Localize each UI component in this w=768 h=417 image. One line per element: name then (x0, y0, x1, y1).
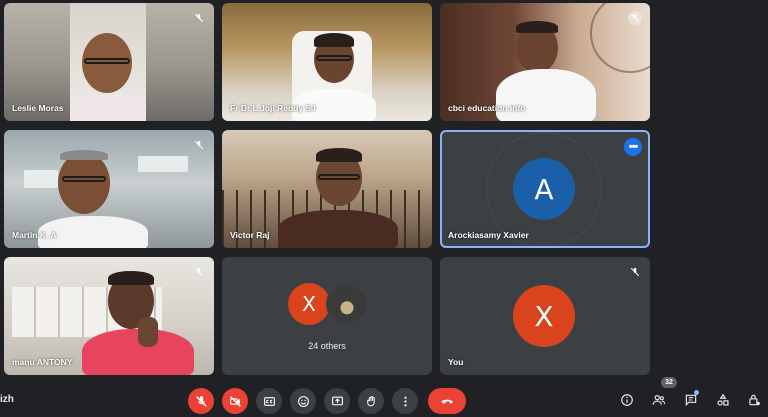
mic-off-icon (628, 11, 642, 25)
participant-name: manu ANTONY (12, 357, 73, 367)
participant-name: Fr Dr L Joji Reddy SJ (230, 103, 316, 113)
participant-tile[interactable]: A ••• Arockiasamy Xavier (440, 130, 650, 248)
self-tile[interactable]: X You (440, 257, 650, 375)
end-call-icon (441, 399, 453, 404)
participant-hand (138, 317, 158, 347)
participant-name: You (448, 357, 464, 367)
participant-hair (516, 21, 558, 33)
present-button[interactable] (324, 388, 350, 414)
participant-name: Arockiasamy Xavier (448, 230, 529, 240)
participant-hair (60, 150, 108, 160)
participant-tile[interactable]: Fr Dr L Joji Reddy SJ (222, 3, 432, 121)
present-icon (331, 396, 343, 405)
participant-tile[interactable]: Victor Raj (222, 130, 432, 248)
glasses (84, 58, 130, 64)
raise-hand-button[interactable] (358, 388, 384, 414)
chat-notification-dot (694, 390, 699, 395)
mic-off-icon (195, 395, 207, 407)
captions-icon (263, 396, 275, 406)
participant-name: Martin K. A (12, 230, 57, 240)
reactions-button[interactable] (290, 388, 316, 414)
emoji-icon (297, 395, 309, 407)
glasses (318, 174, 360, 180)
wall-sign (24, 170, 58, 188)
participant-head (58, 152, 110, 214)
raise-hand-icon (366, 395, 375, 406)
others-tile[interactable]: X 24 others (222, 257, 432, 375)
host-controls-button[interactable] (746, 392, 762, 408)
more-options-icon (403, 396, 407, 406)
participant-count-badge: 32 (661, 377, 677, 388)
activities-button[interactable] (715, 392, 731, 408)
people-icon (652, 395, 666, 405)
avatar: X (513, 285, 575, 347)
mic-off-icon (192, 265, 206, 279)
participant-hair (108, 271, 154, 285)
wall-sign (138, 156, 188, 172)
glasses (316, 55, 352, 61)
participant-shirt (278, 210, 398, 248)
participant-tile[interactable]: Martin K. A (4, 130, 214, 248)
more-options-icon[interactable]: ••• (624, 138, 642, 156)
avatar-photo (326, 283, 368, 325)
glasses (62, 176, 106, 182)
mic-toggle-button[interactable] (188, 388, 214, 414)
participant-tile[interactable]: Leslie Moras (4, 3, 214, 121)
activities-icon (717, 393, 729, 406)
meeting-details-button[interactable] (619, 392, 635, 408)
others-count: 24 others (308, 341, 346, 351)
participant-hair (316, 148, 362, 162)
chat-icon (685, 394, 697, 407)
leave-call-button[interactable] (428, 388, 466, 414)
camera-toggle-button[interactable] (222, 388, 248, 414)
participant-shirt (70, 95, 146, 121)
participant-hair (314, 33, 354, 47)
participant-name: cbci education info (448, 103, 526, 113)
captions-button[interactable] (256, 388, 282, 414)
participant-name: Victor Raj (230, 230, 270, 240)
mic-off-icon (192, 11, 206, 25)
mic-off-icon (628, 265, 642, 279)
participant-grid: Leslie Moras Fr Dr L Joji Reddy SJ cbci … (4, 3, 652, 375)
avatar: X (288, 283, 330, 325)
participant-tile[interactable]: manu ANTONY (4, 257, 214, 375)
meeting-name: izh (0, 394, 14, 405)
camera-off-icon (229, 395, 241, 407)
mic-off-icon (192, 138, 206, 152)
control-bar: izh (0, 380, 768, 417)
more-options-button[interactable] (392, 388, 418, 414)
participant-shirt (496, 69, 596, 121)
participant-tile[interactable]: cbci education info (440, 3, 650, 121)
participant-name: Leslie Moras (12, 103, 64, 113)
avatar: A (513, 158, 575, 220)
people-button[interactable] (651, 392, 667, 408)
info-icon (621, 394, 633, 406)
host-controls-icon (749, 394, 760, 406)
